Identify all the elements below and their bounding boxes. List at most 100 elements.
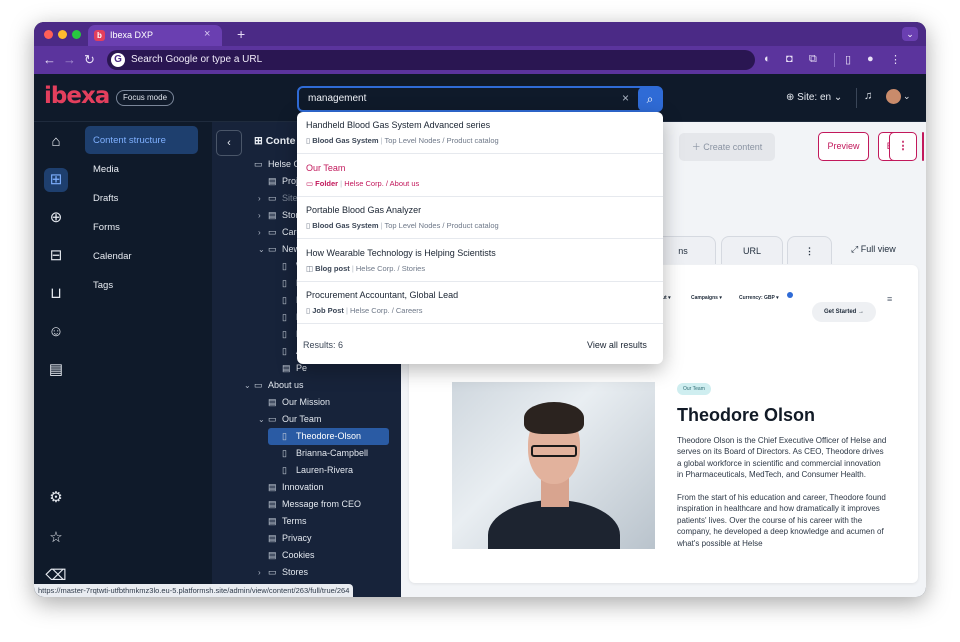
profile-icon[interactable]: ● xyxy=(867,53,874,65)
subnav-item-media[interactable]: Media xyxy=(85,155,198,183)
cart-icon[interactable]: ⊔ xyxy=(44,282,68,306)
search-result-item[interactable]: Procurement Accountant, Global Lead ▯ Job… xyxy=(297,282,663,324)
tree-node[interactable]: ▤ Innovation xyxy=(254,479,324,496)
view-all-results-link[interactable]: View all results xyxy=(587,340,647,350)
full-view-button[interactable]: ⤢ Full view xyxy=(851,244,896,255)
more-actions-button[interactable]: ⋮ xyxy=(889,132,917,161)
camera-icon[interactable]: ◘ xyxy=(786,53,793,65)
maximize-window-button[interactable] xyxy=(72,30,81,39)
globe-icon[interactable]: ⊕ xyxy=(44,206,68,230)
browser-tab[interactable]: b Ibexa DXP × xyxy=(88,25,222,46)
clear-search-icon[interactable]: × xyxy=(622,91,629,105)
search-result-path: Top Level Nodes / Product catalog xyxy=(384,221,499,230)
subnav-item-drafts[interactable]: Drafts xyxy=(85,184,198,212)
tree-chevron-icon[interactable]: › xyxy=(258,228,268,237)
tree-node[interactable]: ⌄ ▭ About us xyxy=(240,377,304,394)
create-content-button[interactable]: ＋ Create content xyxy=(679,133,775,161)
tree-node[interactable]: ⌄ ▭ Our Team xyxy=(254,411,321,428)
tree-chevron-icon[interactable]: ⌄ xyxy=(244,381,254,390)
search-input[interactable]: management xyxy=(308,93,366,104)
site-selector[interactable]: ⊕ Site: en ⌄ xyxy=(786,92,842,103)
tree-chevron-icon[interactable]: ⌄ xyxy=(258,245,268,254)
tab-close-icon[interactable]: × xyxy=(204,28,210,40)
tree-node[interactable]: ▤ Privacy xyxy=(254,530,312,547)
minimize-window-button[interactable] xyxy=(58,30,67,39)
global-search[interactable]: management × ⌕ xyxy=(297,86,663,112)
tree-chevron-icon[interactable]: › xyxy=(258,568,268,577)
subnav-item-content-structure[interactable]: Content structure xyxy=(85,126,198,154)
search-result-title: Portable Blood Gas Analyzer xyxy=(306,205,422,215)
browser-tab-bar: b Ibexa DXP × + ⌄ xyxy=(34,22,926,46)
tree-node[interactable]: ▤ Our Mission xyxy=(254,394,330,411)
tree-node[interactable]: ▤ Proje xyxy=(254,173,303,190)
address-bar[interactable]: G Search Google or type a URL xyxy=(107,50,755,70)
get-started-button[interactable]: Get Started → xyxy=(812,302,876,322)
search-result-meta: ▭ Folder | Helse Corp. / About us xyxy=(306,178,420,188)
focus-mode-toggle[interactable]: Focus mode xyxy=(116,90,175,106)
home-icon[interactable]: ⌂ xyxy=(44,130,68,154)
doc-icon: ▤ xyxy=(268,533,277,543)
tab-search-button[interactable]: ⌄ xyxy=(902,27,918,41)
tree-node[interactable]: ▭ Helse Co xyxy=(240,156,305,173)
ibexa-logo[interactable]: ibexa xyxy=(44,83,110,109)
tree-node[interactable]: ▯ Theodore-Olson xyxy=(268,428,389,445)
search-button[interactable]: ⌕ xyxy=(638,87,662,111)
ibexa-favicon-icon: b xyxy=(94,30,105,41)
site-nav-campaigns[interactable]: Campaigns ▾ xyxy=(691,295,722,301)
tree-chevron-icon[interactable]: ⌄ xyxy=(258,415,268,424)
search-result-item[interactable]: Our Team ▭ Folder | Helse Corp. / About u… xyxy=(297,155,663,197)
settings-icon[interactable]: ⚙ xyxy=(44,486,68,510)
new-tab-button[interactable]: + xyxy=(237,26,245,42)
menu-icon[interactable]: ⋮ xyxy=(890,53,901,66)
file-icon: ▯ xyxy=(282,278,287,288)
hamburger-icon[interactable]: ≡ xyxy=(887,294,892,304)
search-result-item[interactable]: Handheld Blood Gas System Advanced serie… xyxy=(297,112,663,154)
tab-more[interactable]: ⋮ xyxy=(787,236,832,264)
notifications-icon[interactable]: ♫ xyxy=(864,90,872,102)
file-icon: ▯ xyxy=(282,346,287,356)
tree-chevron-icon[interactable]: › xyxy=(258,194,268,203)
folder-icon: ▭ xyxy=(268,244,277,254)
search-result-item[interactable]: Portable Blood Gas Analyzer ▯ Blood Gas S… xyxy=(297,197,663,239)
extension-icon[interactable]: ◐ xyxy=(764,53,771,65)
collapse-tree-button[interactable]: ‹ xyxy=(216,130,242,156)
tree-node[interactable]: ▤ Message from CEO xyxy=(254,496,361,513)
tree-node[interactable]: › ▭ Stores xyxy=(254,564,308,581)
main-menu-rail: ⌂ ⊞ ⊕ ⊟ ⊔ ☺ ▤ ⚙ ☆ ⌫ xyxy=(34,122,78,597)
puzzle-icon[interactable]: ⧉ xyxy=(809,53,817,66)
tab-url[interactable]: URL xyxy=(721,236,783,264)
star-icon[interactable]: ☆ xyxy=(44,526,68,550)
customer-icon[interactable]: ☺ xyxy=(44,320,68,344)
tree-node-label: Brianna-Campbell xyxy=(296,448,369,458)
tree-node-label: Privacy xyxy=(282,533,312,543)
preview-button[interactable]: Preview xyxy=(818,132,869,161)
search-result-meta: ◫ Blog post | Helse Corp. / Stories xyxy=(306,263,426,273)
tree-node[interactable]: ▯ Lauren-Rivera xyxy=(268,462,353,479)
reload-icon[interactable]: ↻ xyxy=(84,52,95,68)
site-currency-select[interactable]: Currency: GBP ▾ xyxy=(739,295,779,301)
form-icon[interactable]: ▤ xyxy=(44,358,68,382)
subnav-item-calendar[interactable]: Calendar xyxy=(85,242,198,270)
tree-node[interactable]: ▤ Cookies xyxy=(254,547,315,564)
doc-icon: ▤ xyxy=(268,516,277,526)
avatar[interactable] xyxy=(886,89,901,104)
tree-node[interactable]: ▯ Brianna-Campbell xyxy=(268,445,368,462)
blog-icon: ◫ xyxy=(306,263,316,273)
search-result-type: Blood Gas System xyxy=(312,221,379,230)
search-result-item[interactable]: How Wearable Technology is Helping Scien… xyxy=(297,240,663,282)
subnav-item-tags[interactable]: Tags xyxy=(85,271,198,299)
tree-node-label: Pe xyxy=(296,363,308,373)
sitemap-icon[interactable]: ⊞ xyxy=(44,168,68,192)
sidebar-icon[interactable]: ▯ xyxy=(845,53,851,66)
tree-chevron-icon[interactable]: › xyxy=(258,211,268,220)
forward-icon[interactable]: → xyxy=(63,52,76,67)
close-window-button[interactable] xyxy=(44,30,53,39)
site-label: Site: en xyxy=(797,92,832,103)
subnav-item-forms[interactable]: Forms xyxy=(85,213,198,241)
site-nav-item[interactable]: ut ▾ xyxy=(662,295,671,301)
user-menu-chevron-icon[interactable]: ⌄ xyxy=(903,91,911,102)
product-icon[interactable]: ⊟ xyxy=(44,244,68,268)
back-icon[interactable]: ← xyxy=(43,52,56,67)
search-result-meta: ▯ Job Post | Helse Corp. / Careers xyxy=(306,306,423,315)
tree-node[interactable]: ▤ Terms xyxy=(254,513,307,530)
